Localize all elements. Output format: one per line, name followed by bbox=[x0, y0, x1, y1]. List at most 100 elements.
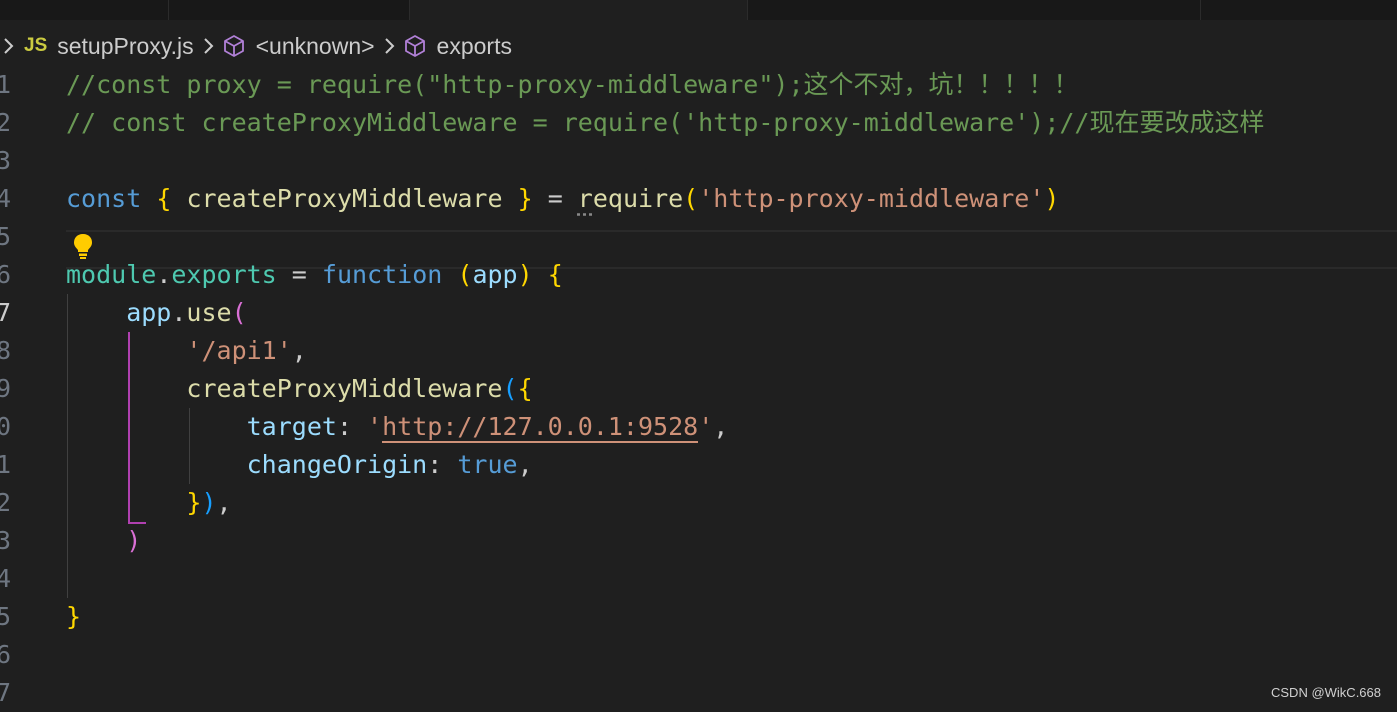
code-token: } bbox=[517, 184, 533, 213]
code-text: target: 'http://127.0.0.1:9528', bbox=[66, 408, 728, 446]
code-token: { bbox=[156, 184, 172, 213]
code-text: app.use( bbox=[66, 294, 247, 332]
code-token: createProxyMiddleware bbox=[171, 184, 518, 213]
code-token: app bbox=[66, 298, 172, 327]
code-token: target bbox=[66, 412, 337, 441]
editor-tab-active[interactable] bbox=[410, 0, 748, 20]
code-text: //const proxy = require("http-proxy-midd… bbox=[66, 66, 1079, 104]
breadcrumb-symbol-unknown[interactable]: <unknown> bbox=[256, 33, 375, 60]
code-token: ( bbox=[231, 298, 247, 327]
chevron-right-icon bbox=[0, 36, 16, 56]
code-line[interactable]: 5} bbox=[0, 598, 1397, 636]
code-token: use bbox=[186, 298, 232, 327]
code-line[interactable]: 4 const { createProxyMiddleware } = requi… bbox=[0, 180, 1397, 218]
code-line[interactable]: 2 // const createProxyMiddleware = requir… bbox=[0, 104, 1397, 142]
code-token: module bbox=[66, 260, 157, 289]
editor-tab[interactable] bbox=[169, 0, 410, 20]
line-number: 1 bbox=[0, 70, 12, 99]
line-number: 6 bbox=[0, 260, 12, 289]
code-token: function bbox=[321, 260, 443, 289]
code-token: , bbox=[713, 412, 729, 441]
code-line[interactable]: 5 bbox=[0, 218, 1397, 256]
code-token: ) bbox=[517, 260, 533, 289]
code-line[interactable]: 2 }), bbox=[0, 484, 1397, 522]
code-text: } bbox=[66, 598, 81, 636]
cube-icon bbox=[222, 34, 246, 58]
line-number: 7 bbox=[0, 678, 12, 707]
code-text: // const createProxyMiddleware = require… bbox=[66, 104, 1265, 142]
code-token: . bbox=[156, 260, 172, 289]
code-token: 'http-proxy-middleware' bbox=[698, 184, 1045, 213]
code-token: { bbox=[517, 374, 533, 403]
code-token: ( bbox=[457, 260, 473, 289]
breadcrumb-file[interactable]: setupProxy.js bbox=[57, 33, 193, 60]
editor-tab[interactable] bbox=[1201, 0, 1397, 20]
code-token: ) bbox=[201, 488, 217, 517]
breadcrumb: JS setupProxy.js <unknown> exports bbox=[0, 24, 1397, 68]
code-token: const bbox=[66, 184, 142, 213]
code-line[interactable]: 3 bbox=[0, 142, 1397, 180]
code-token: ( bbox=[502, 374, 518, 403]
line-number: 4 bbox=[0, 184, 12, 213]
code-line[interactable]: 7 app.use( bbox=[0, 294, 1397, 332]
code-line[interactable]: 0 target: 'http://127.0.0.1:9528', bbox=[0, 408, 1397, 446]
code-token: = bbox=[532, 184, 578, 213]
code-token: // const createProxyMiddleware = require… bbox=[66, 108, 1265, 137]
editor-tab[interactable] bbox=[0, 0, 169, 20]
code-token: = bbox=[276, 260, 322, 289]
code-line[interactable]: 7 bbox=[0, 674, 1397, 712]
line-number: 7 bbox=[0, 298, 12, 327]
code-token: { bbox=[547, 260, 563, 289]
breadcrumb-symbol-exports[interactable]: exports bbox=[437, 33, 512, 60]
code-text: changeOrigin: true, bbox=[66, 446, 533, 484]
javascript-file-icon: JS bbox=[24, 35, 48, 56]
line-number: 5 bbox=[0, 222, 12, 251]
line-number: 9 bbox=[0, 374, 12, 403]
code-token: ' bbox=[367, 412, 383, 441]
code-token: } bbox=[186, 488, 202, 517]
tab-bar bbox=[0, 0, 1397, 20]
code-line[interactable]: 8 '/api1', bbox=[0, 332, 1397, 370]
line-number: 2 bbox=[0, 488, 12, 517]
code-text: ) bbox=[66, 522, 141, 560]
code-line[interactable]: 6 bbox=[0, 636, 1397, 674]
line-number: 2 bbox=[0, 108, 12, 137]
chevron-right-icon bbox=[200, 36, 216, 56]
line-number: 8 bbox=[0, 336, 12, 365]
editor-tab[interactable] bbox=[748, 0, 1201, 20]
code-token: , bbox=[216, 488, 232, 517]
code-token: http://127.0.0.1:9528 bbox=[382, 412, 699, 443]
code-line[interactable]: 6 module.exports = function (app) { bbox=[0, 256, 1397, 294]
code-token: true bbox=[457, 450, 518, 479]
code-text: '/api1', bbox=[66, 332, 307, 370]
code-token: : bbox=[336, 412, 368, 441]
code-token: r bbox=[577, 184, 593, 213]
line-number: 3 bbox=[0, 146, 12, 175]
code-text: }), bbox=[66, 484, 232, 522]
code-line[interactable]: 4 bbox=[0, 560, 1397, 598]
code-line[interactable]: 9 createProxyMiddleware({ bbox=[0, 370, 1397, 408]
code-token: '/api1' bbox=[186, 336, 292, 365]
watermark: CSDN @WikC.668 bbox=[1271, 685, 1381, 700]
code-token: , bbox=[291, 336, 307, 365]
code-token: app bbox=[472, 260, 518, 289]
code-line[interactable]: 1 changeOrigin: true, bbox=[0, 446, 1397, 484]
code-text: const { createProxyMiddleware } = requir… bbox=[66, 180, 1059, 218]
line-number: 0 bbox=[0, 412, 12, 441]
line-number: 5 bbox=[0, 602, 12, 631]
line-number: 4 bbox=[0, 564, 12, 593]
code-token: ' bbox=[698, 412, 714, 441]
code-token: ) bbox=[126, 526, 142, 555]
lightbulb-icon[interactable] bbox=[72, 232, 94, 260]
code-line[interactable]: 1 //const proxy = require("http-proxy-mid… bbox=[0, 66, 1397, 104]
line-number: 1 bbox=[0, 450, 12, 479]
code-token: ) bbox=[1044, 184, 1060, 213]
code-token: , bbox=[517, 450, 533, 479]
code-line[interactable]: 3 ) bbox=[0, 522, 1397, 560]
